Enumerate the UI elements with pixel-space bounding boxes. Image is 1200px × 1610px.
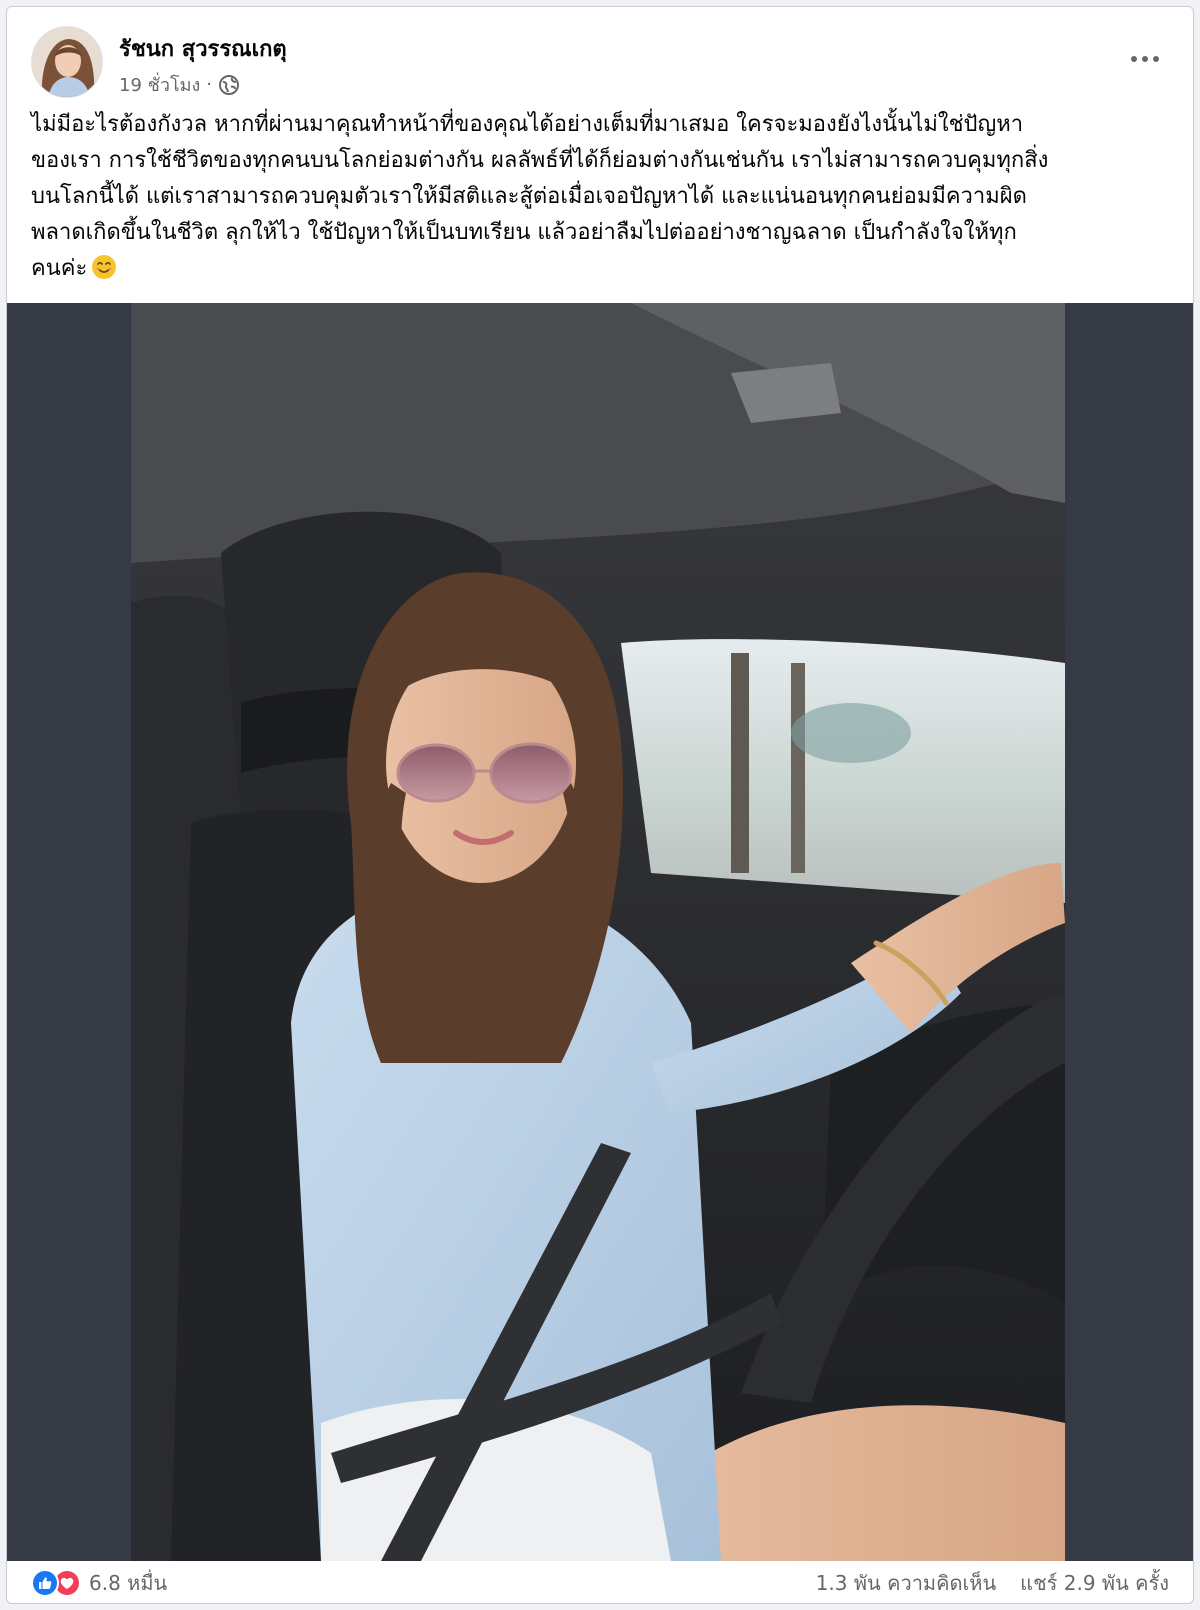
comments-count[interactable]: 1.3 พัน ความคิดเห็น	[816, 1567, 996, 1599]
reactions-count: 6.8 หมื่น	[89, 1571, 168, 1595]
shares-count[interactable]: แชร์ 2.9 พัน ครั้ง	[1020, 1567, 1169, 1599]
post-photo[interactable]	[7, 303, 1193, 1561]
post-header: รัชนก สุวรรณเกตุ 19 ชั่วโมง ·	[7, 7, 1193, 99]
post-text-line: พลาดเกิดขึ้นในชีวิต ลุกให้ไว ใช้ปัญหาให้…	[31, 220, 1017, 245]
post-meta: 19 ชั่วโมง ·	[119, 70, 240, 99]
meta-separator: ·	[206, 74, 213, 95]
post-text: ไม่มีอะไรต้องกังวล หากที่ผ่านมาคุณทำหน้า…	[31, 107, 1181, 287]
more-options-icon[interactable]	[1123, 39, 1167, 79]
smiling-face-emoji	[91, 254, 117, 280]
post-text-line: ของเรา การใช้ชีวิตของทุกคนบนโลกย่อมต่างก…	[31, 148, 1049, 173]
author-name[interactable]: รัชนก สุวรรณเกตุ	[119, 31, 287, 66]
engagement-stats: 1.3 พัน ความคิดเห็น แชร์ 2.9 พัน ครั้ง	[816, 1567, 1169, 1599]
post-text-line: ไม่มีอะไรต้องกังวล หากที่ผ่านมาคุณทำหน้า…	[31, 112, 1024, 137]
post-text-line: คนค่ะ	[31, 256, 88, 281]
post-text-line-last: คนค่ะ	[31, 251, 1181, 287]
post-card: รัชนก สุวรรณเกตุ 19 ชั่วโมง · ไม่มีอะไรต…	[6, 6, 1194, 1604]
post-footer: 6.8 หมื่น 1.3 พัน ความคิดเห็น แชร์ 2.9 พ…	[7, 1561, 1193, 1603]
post-text-line: บนโลกนี้ได้ แต่เราสามารถควบคุมตัวเราให้ม…	[31, 184, 1027, 209]
avatar[interactable]	[31, 26, 103, 98]
reactions-summary[interactable]: 6.8 หมื่น	[31, 1567, 167, 1599]
post-time[interactable]: 19 ชั่วโมง	[119, 70, 200, 99]
photo-woman-driving	[131, 303, 1065, 1561]
globe-icon	[218, 74, 240, 96]
like-icon	[31, 1569, 59, 1597]
